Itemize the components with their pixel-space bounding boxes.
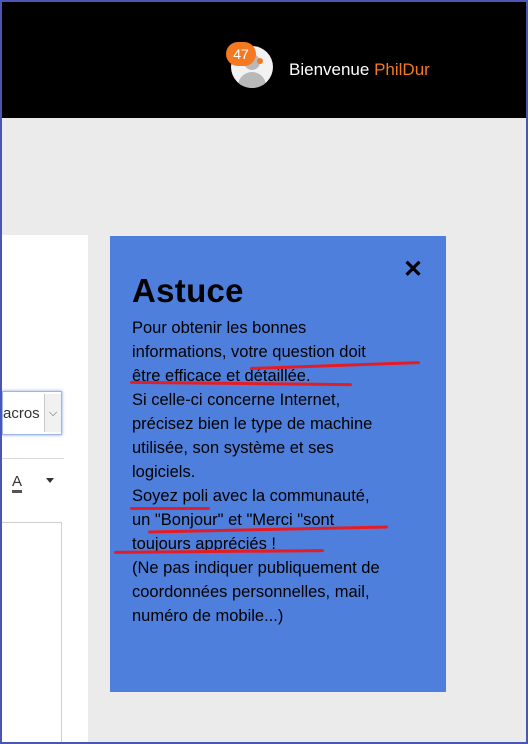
tip-line: précisez bien le type de machine (132, 415, 373, 433)
editor-textarea[interactable] (2, 522, 62, 742)
tip-line: coordonnées personnelles, mail, (132, 583, 370, 601)
tip-line: logiciels. (132, 463, 196, 481)
tip-line: Pour obtenir les bonnes (132, 319, 307, 337)
close-icon[interactable]: ✕ (403, 258, 423, 282)
text-color-button[interactable]: A (12, 474, 23, 493)
top-bar: 47 Bienvenue PhilDur (2, 2, 526, 118)
tip-line: utilisée, son système et ses (132, 439, 334, 457)
tip-line: Si celle-ci concerne Internet, (132, 391, 341, 409)
page: 47 Bienvenue PhilDur acros ⌵ A ✕ Astuce … (2, 2, 526, 742)
tip-popup: ✕ Astuce Pour obtenir les bonnes informa… (110, 236, 446, 692)
tip-line: (Ne pas indiquer publiquement de (132, 559, 380, 577)
font-select-value: acros (3, 405, 40, 422)
toolbar-divider (2, 458, 64, 459)
avatar-body-shape (238, 72, 266, 88)
username-link[interactable]: PhilDur (374, 60, 430, 79)
caret-down-icon[interactable] (46, 478, 54, 483)
tip-line: Soyez poli avec la communauté, (132, 487, 370, 505)
avatar-accent-dot (257, 58, 263, 64)
notification-badge[interactable]: 47 (226, 42, 256, 66)
red-underline (130, 507, 210, 510)
welcome-message: Bienvenue PhilDur (289, 60, 430, 80)
tip-line: informations, votre question doit (132, 343, 366, 361)
tip-title: Astuce (132, 272, 244, 309)
font-select[interactable]: acros ⌵ (2, 391, 62, 435)
tip-line: numéro de mobile...) (132, 607, 284, 625)
welcome-label: Bienvenue (289, 60, 370, 79)
chevron-down-icon[interactable]: ⌵ (44, 394, 61, 432)
